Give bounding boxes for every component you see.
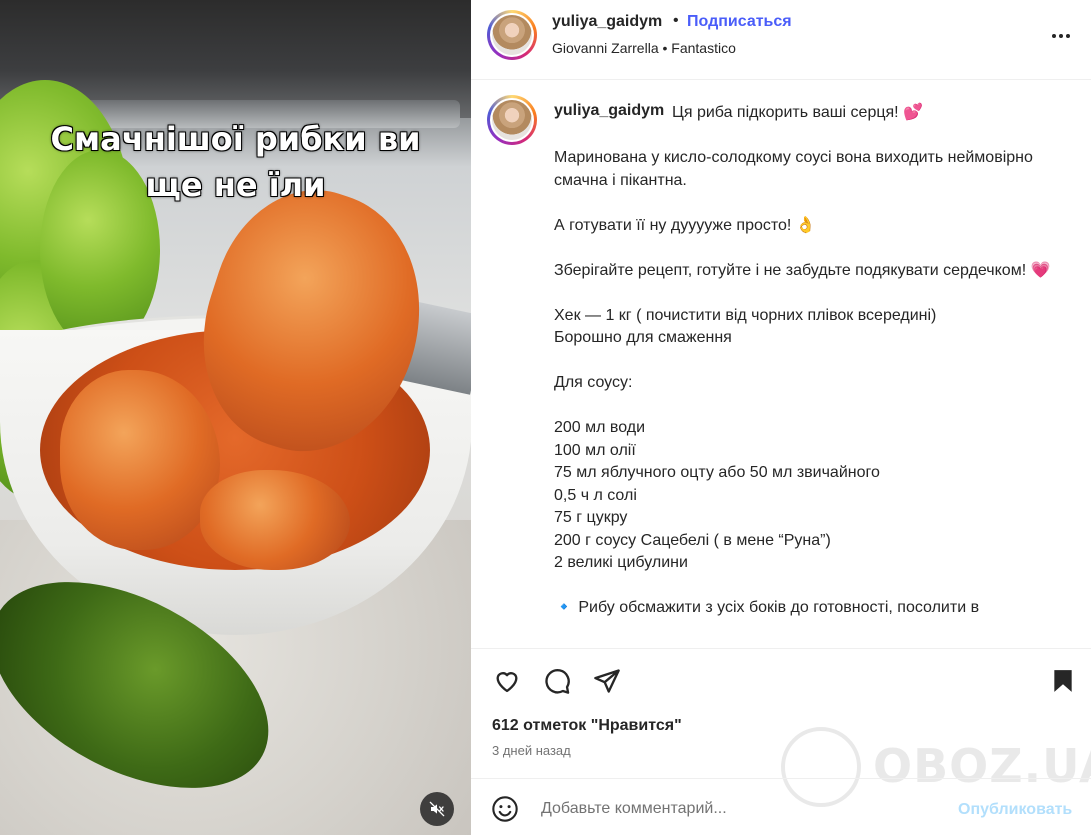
comment-button[interactable]	[541, 665, 573, 697]
caption-line	[554, 350, 1054, 373]
caption-line: 75 мл яблучного оцту або 50 мл звичайног…	[554, 464, 880, 481]
caption-line: А готувати її ну дууууже просто! 👌	[554, 216, 816, 234]
bookmark-filled-icon	[1054, 670, 1072, 692]
avatar[interactable]	[487, 10, 537, 60]
caption-line: 200 мл води	[554, 419, 646, 436]
caption-line: 2 великі цибулини	[554, 554, 688, 571]
caption-line	[554, 575, 1054, 598]
caption-line: 100 мл олії	[554, 441, 636, 459]
comment-input[interactable]	[541, 796, 941, 822]
caption-avatar[interactable]	[487, 95, 537, 145]
mute-button[interactable]	[420, 792, 454, 826]
caption-username[interactable]: yuliya_gaidym	[554, 102, 664, 120]
more-options-button[interactable]	[1047, 24, 1075, 48]
action-bar: OBOZ.UA 612 отметок "Нравится" 3 дней на…	[471, 648, 1091, 807]
caption-area: Ця риба підкорить ваші серця! 💕 Маринован…	[471, 80, 1091, 648]
caption-line: 200 г соусу Сацебелі ( в мене “Руна”)	[554, 531, 831, 549]
likes-count[interactable]: 612 отметок "Нравится"	[492, 717, 682, 735]
caption-line: Для соусу:	[554, 374, 633, 391]
avatar-photo	[492, 100, 532, 140]
post-video[interactable]: Смачнішої рибки ви ще не їли	[0, 0, 471, 835]
post-header: yuliya_gaidym • Подписаться Giovanni Zar…	[471, 0, 1091, 80]
caption-line: 0,5 ч л солі	[554, 486, 637, 504]
speaker-muted-icon	[429, 801, 445, 817]
save-button[interactable]	[1047, 665, 1079, 697]
audio-track-link[interactable]: Giovanni Zarrella • Fantastico	[552, 40, 736, 56]
emoji-button[interactable]	[491, 795, 519, 823]
caption-line: Хек — 1 кг ( почистити від чорних плівок…	[554, 306, 937, 324]
fish-piece	[200, 470, 350, 570]
heart-icon	[496, 672, 518, 693]
smiley-icon	[492, 796, 518, 822]
caption-line	[554, 125, 1054, 148]
video-overlay-text: Смачнішої рибки ви ще не їли	[0, 116, 471, 208]
caption-line: Маринована у кисло-солодкому соусі вона …	[554, 149, 1033, 189]
dot-icon	[1052, 34, 1056, 38]
caption-line: Зберігайте рецепт, готуйте і не забудьте…	[554, 261, 1051, 279]
separator-dot: •	[673, 12, 679, 29]
paper-plane-icon	[594, 669, 620, 693]
follow-button[interactable]: Подписаться	[687, 13, 792, 31]
caption-line	[554, 395, 1054, 418]
caption-line: 75 г цукру	[554, 509, 628, 526]
author-username[interactable]: yuliya_gaidym	[552, 13, 662, 31]
dot-icon	[1066, 34, 1070, 38]
like-button[interactable]	[491, 665, 523, 697]
overlay-line: ще не їли	[145, 166, 326, 204]
post-timestamp[interactable]: 3 дней назад	[492, 743, 571, 758]
dot-icon	[1059, 34, 1063, 38]
avatar-photo	[492, 15, 532, 55]
caption-line	[554, 237, 1054, 260]
post-side-panel: yuliya_gaidym • Подписаться Giovanni Zar…	[471, 0, 1091, 835]
caption-text: Ця риба підкорить ваші серця! 💕 Маринован…	[554, 102, 1054, 620]
comment-bar: Опубликовать	[471, 778, 1091, 835]
share-button[interactable]	[591, 665, 623, 697]
overlay-line: Смачнішої рибки ви	[50, 120, 421, 158]
publish-comment-button[interactable]: Опубликовать	[958, 801, 1072, 819]
caption-line: 🔹 Рибу обсмажити з усіх боків до готовно…	[554, 599, 980, 616]
caption-line	[554, 192, 1054, 215]
caption-line: Борошно для смаження	[554, 329, 732, 346]
speech-bubble-icon	[545, 669, 570, 694]
caption-line	[554, 282, 1054, 305]
